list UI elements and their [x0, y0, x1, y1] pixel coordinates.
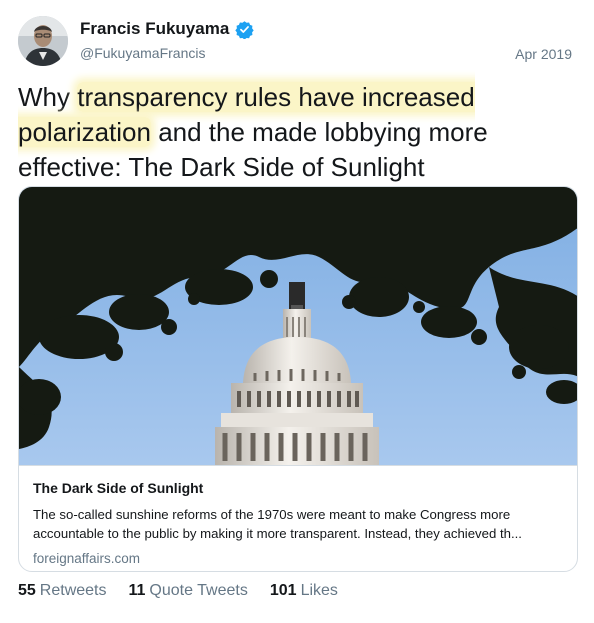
likes-count: 101	[269, 582, 297, 599]
card-title: The Dark Side of Sunlight	[33, 480, 204, 496]
tweet-header: Francis Fukuyama @FukuyamaFrancis Apr 20…	[18, 16, 578, 68]
retweets-count: 55	[18, 582, 36, 599]
likes-label: Likes	[300, 582, 338, 599]
author-block: Francis Fukuyama @FukuyamaFrancis	[80, 19, 254, 61]
tweet: Francis Fukuyama @FukuyamaFrancis Apr 20…	[0, 0, 594, 623]
verified-badge-icon	[235, 20, 254, 40]
tweet-date[interactable]: Apr 2019	[515, 46, 572, 62]
tweet-stats: 55 Retweets 11 Quote Tweets 101 Likes	[18, 582, 338, 600]
retweets-stat[interactable]: 55 Retweets	[18, 582, 107, 600]
card-image[interactable]	[19, 187, 578, 465]
card-body[interactable]: The Dark Side of Sunlight The so-called …	[19, 465, 577, 571]
quote-tweets-count: 11	[128, 582, 146, 599]
card-domain: foreignaffairs.com	[33, 551, 141, 566]
link-card[interactable]: The Dark Side of Sunlight The so-called …	[18, 186, 578, 572]
tweet-text-part-1: Why	[18, 82, 78, 112]
tweet-text: Why transparency rules have increased po…	[18, 80, 578, 185]
author-handle[interactable]: @FukuyamaFrancis	[80, 45, 254, 61]
avatar[interactable]	[18, 16, 68, 66]
avatar-photo-icon	[18, 16, 68, 66]
retweets-label: Retweets	[39, 582, 107, 599]
card-description: The so-called sunshine reforms of the 19…	[33, 507, 522, 541]
quote-tweets-stat[interactable]: 11 Quote Tweets	[129, 582, 248, 600]
author-name[interactable]: Francis Fukuyama	[80, 19, 229, 39]
quote-tweets-label: Quote Tweets	[149, 582, 248, 599]
likes-stat[interactable]: 101 Likes	[270, 582, 338, 600]
